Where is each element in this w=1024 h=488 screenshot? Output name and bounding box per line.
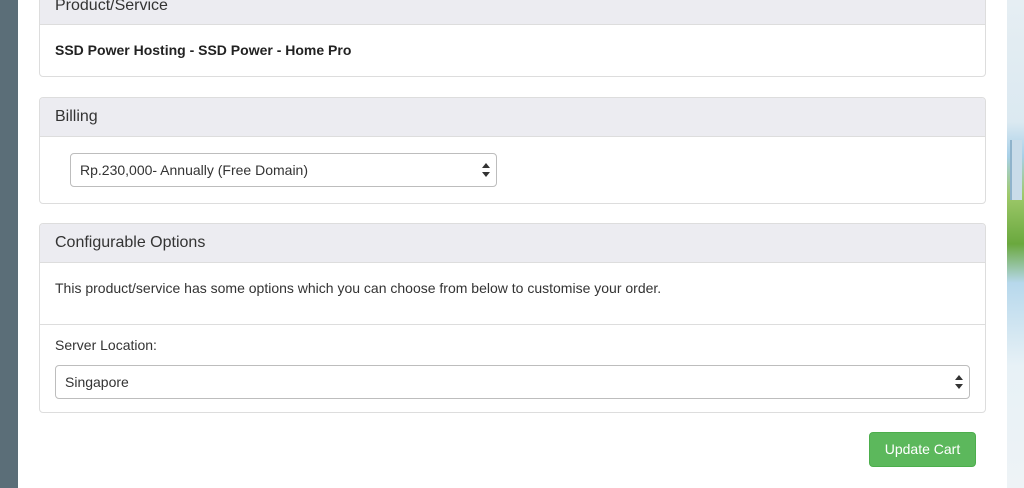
configurable-options-heading: Configurable Options (40, 224, 985, 263)
server-location-label: Server Location: (55, 337, 157, 353)
configurable-options-description: This product/service has some options wh… (40, 263, 985, 325)
select-arrows-icon (482, 163, 490, 177)
billing-cycle-select[interactable]: Rp.230,000- Annually (Free Domain) (70, 153, 497, 187)
right-background-image (1007, 0, 1024, 488)
product-service-heading: Product/Service (40, 0, 985, 25)
configurable-options-panel: Configurable Options This product/servic… (39, 223, 986, 413)
product-service-heading-text: Product/Service (55, 0, 168, 14)
left-background-strip (0, 0, 18, 488)
select-arrows-icon (955, 375, 963, 389)
billing-panel: Billing Rp.230,000- Annually (Free Domai… (39, 97, 986, 204)
server-location-value: Singapore (65, 374, 129, 390)
product-service-panel: Product/Service SSD Power Hosting - SSD … (39, 0, 986, 77)
update-cart-button[interactable]: Update Cart (869, 432, 976, 467)
billing-heading: Billing (40, 98, 985, 137)
main-content: Product/Service SSD Power Hosting - SSD … (18, 0, 1007, 488)
background-building (1010, 140, 1022, 200)
billing-cycle-value: Rp.230,000- Annually (Free Domain) (80, 162, 309, 178)
server-location-select[interactable]: Singapore (55, 365, 970, 399)
product-name: SSD Power Hosting - SSD Power - Home Pro (55, 42, 352, 58)
